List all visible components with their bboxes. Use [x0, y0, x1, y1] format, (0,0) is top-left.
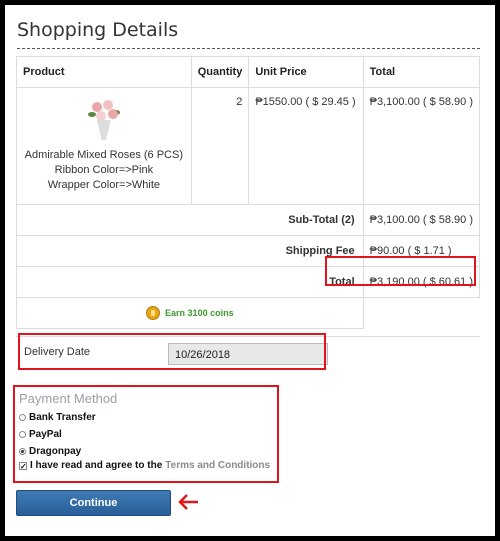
- title-divider: [17, 48, 480, 49]
- header-total: Total: [362, 56, 481, 88]
- product-cell: Admirable Mixed Roses (6 PCS) Ribbon Col…: [16, 87, 192, 205]
- coin-icon: [146, 306, 161, 320]
- total-label: Total: [16, 266, 364, 298]
- shipping-label: Shipping Fee: [16, 235, 364, 267]
- item-quantity: 2: [190, 87, 250, 205]
- subtotal-label: Sub-Total (2): [16, 204, 364, 236]
- coins-row: Earn 3100 coins: [16, 297, 480, 329]
- header-quantity: Quantity: [190, 56, 250, 88]
- subtotal-row: Sub-Total (2) ₱3,100.00 ( $ 58.90 ): [16, 204, 481, 236]
- cart-table: Product Quantity Unit Price Total Admira…: [16, 56, 481, 329]
- product-image[interactable]: [84, 100, 124, 142]
- item-unit-price: ₱1550.00 ( $ 29.45 ): [248, 87, 364, 205]
- subtotal-value: ₱3,100.00 ( $ 58.90 ): [362, 204, 481, 236]
- header-product: Product: [16, 56, 192, 88]
- delivery-date-highlight-box: [18, 333, 326, 370]
- table-row: Admirable Mixed Roses (6 PCS) Ribbon Col…: [16, 87, 481, 205]
- product-name: Admirable Mixed Roses (6 PCS): [24, 149, 184, 161]
- product-wrapper-color: Wrapper Color=>White: [47, 179, 160, 191]
- continue-button[interactable]: Continue: [16, 490, 171, 516]
- cart-header-row: Product Quantity Unit Price Total: [16, 56, 481, 88]
- arrow-left-icon: [178, 494, 198, 510]
- earn-coins-text: Earn 3100 coins: [165, 308, 234, 318]
- page-title: Shopping Details: [17, 19, 179, 41]
- item-total: ₱3,100.00 ( $ 58.90 ): [362, 87, 481, 205]
- header-unit-price: Unit Price: [248, 56, 364, 88]
- product-ribbon-color: Ribbon Color=>Pink: [54, 164, 154, 176]
- shopping-details-page: Shopping Details Product Quantity Unit P…: [5, 5, 495, 536]
- payment-method-highlight-box: [13, 385, 279, 483]
- total-highlight-box: [325, 256, 476, 286]
